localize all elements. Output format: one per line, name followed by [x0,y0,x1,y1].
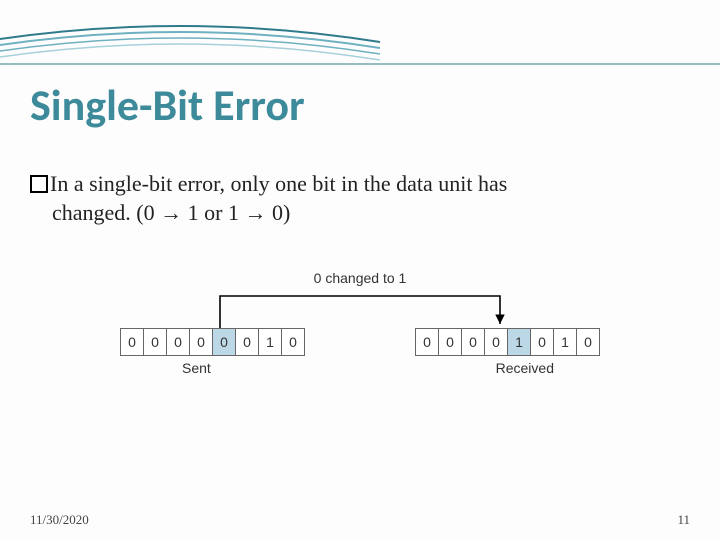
change-arrow [120,284,600,334]
sent-bit: 0 [144,329,167,355]
recv-bit: 0 [577,329,599,355]
slide-decoration [0,0,720,70]
recv-bit-changed: 1 [508,329,531,355]
recv-bit: 0 [485,329,508,355]
recv-bit: 0 [531,329,554,355]
sent-label: Sent [182,360,211,376]
sent-bit: 0 [167,329,190,355]
body-line-1: In a single-bit error, only one bit in t… [50,171,507,196]
sent-bit: 0 [190,329,213,355]
recv-bit: 0 [462,329,485,355]
recv-bit: 0 [416,329,439,355]
sent-bit: 1 [259,329,282,355]
slide-title: Single-Bit Error [30,78,305,132]
bullet-icon [30,175,48,193]
footer-date: 11/30/2020 [30,512,89,528]
recv-bit: 0 [439,329,462,355]
body-line-2: changed. (0 → 1 or 1 → 0) [30,200,290,225]
sent-word: 0 0 0 0 0 0 1 0 [120,328,305,356]
body-text: In a single-bit error, only one bit in t… [30,170,690,227]
recv-bit: 1 [554,329,577,355]
footer-page: 11 [677,512,690,528]
sent-bit-changed: 0 [213,329,236,355]
sent-bit: 0 [236,329,259,355]
received-label: Received [496,360,554,376]
sent-bit: 0 [282,329,304,355]
received-word: 0 0 0 0 1 0 1 0 [415,328,600,356]
sent-bit: 0 [121,329,144,355]
